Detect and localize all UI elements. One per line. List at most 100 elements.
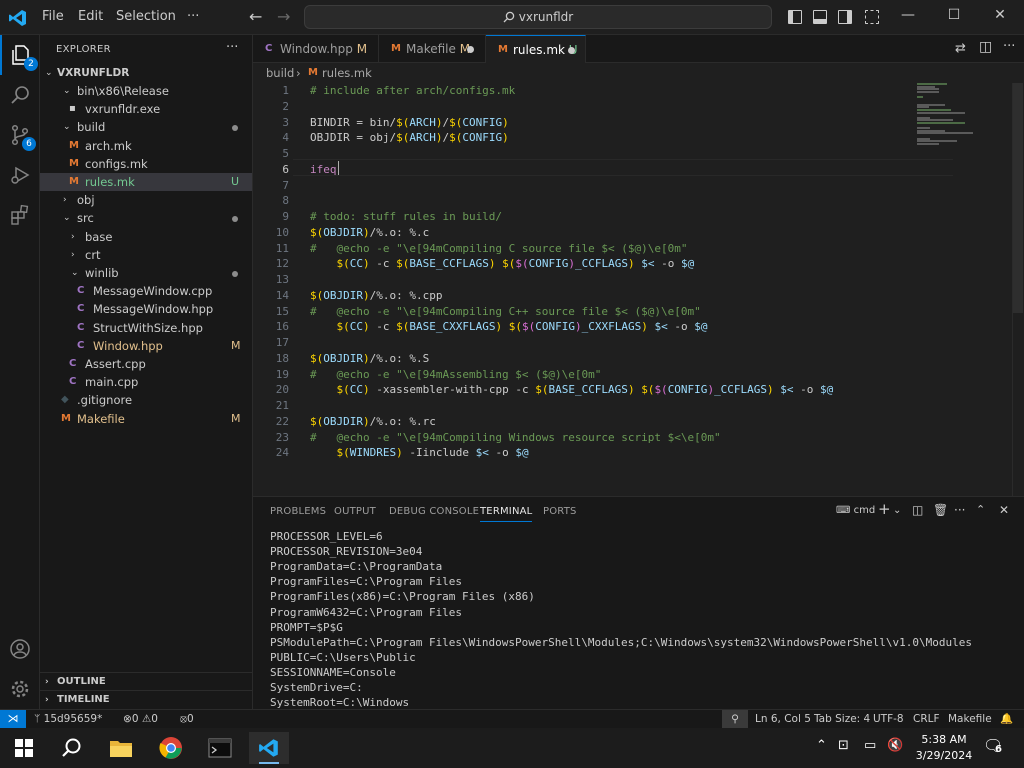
extensions-icon[interactable]: [0, 195, 40, 235]
code-line[interactable]: $(WINDRES) -Iinclude $< -o $@: [310, 445, 529, 461]
scrollbar-thumb[interactable]: [1013, 83, 1023, 313]
tree-item-winlib[interactable]: ⌄ winlib: [40, 264, 252, 282]
terminal-name[interactable]: ⌨ cmd: [836, 505, 875, 516]
tree-item-arch-mk[interactable]: March.mk: [40, 137, 252, 155]
tree-item-configs-mk[interactable]: Mconfigs.mk: [40, 155, 252, 173]
menu-edit[interactable]: Edit: [78, 9, 103, 24]
tab-terminal[interactable]: TERMINAL: [480, 506, 533, 522]
zoom-icon[interactable]: ⚲: [722, 710, 748, 728]
code-line[interactable]: $(CC) -c $(BASE_CXXFLAGS) $($(CONFIG)_CX…: [310, 319, 708, 335]
problems-indicator[interactable]: ⊗0 ⚠0: [123, 710, 158, 728]
tree-item-bin-x86-release[interactable]: ⌄ bin\x86\Release: [40, 82, 252, 100]
tree-item-base[interactable]: › base: [40, 228, 252, 246]
tree-item-structwithsize-hpp[interactable]: C StructWithSize.hpp: [40, 319, 252, 337]
remote-indicator-icon[interactable]: ⋊: [0, 710, 26, 728]
breadcrumb-folder[interactable]: build: [266, 63, 294, 83]
code-line[interactable]: $(OBJDIR)/%.o: %.cpp: [310, 288, 442, 304]
system-clock[interactable]: 5:38 AM 3/29/2024: [915, 732, 973, 764]
account-icon[interactable]: [0, 629, 40, 669]
unsaved-dot-icon[interactable]: [467, 46, 474, 53]
terminal-icon[interactable]: [200, 732, 240, 764]
chrome-icon[interactable]: [151, 732, 191, 764]
command-center-search[interactable]: vxrunfldr: [304, 5, 772, 29]
tab-rules-mk[interactable]: M rules.mk U: [486, 35, 586, 63]
tab-window-hpp[interactable]: C Window.hpp M: [253, 35, 379, 63]
ports-indicator[interactable]: ⦻0: [180, 710, 194, 728]
workspace-root[interactable]: ⌄ VXRUNFLDR: [40, 64, 252, 82]
toggle-primary-sidebar-icon[interactable]: [788, 10, 802, 24]
run-debug-icon[interactable]: [0, 155, 40, 195]
minimize-icon[interactable]: —: [885, 7, 931, 23]
code-line[interactable]: ifeq: [310, 162, 337, 178]
tree-item-crt[interactable]: › crt: [40, 246, 252, 264]
tree-item-messagewindow-hpp[interactable]: C MessageWindow.hpp: [40, 300, 252, 318]
split-terminal-icon[interactable]: ◫: [912, 503, 923, 517]
split-editor-icon[interactable]: ◫: [979, 39, 992, 55]
language-mode[interactable]: Makefile: [948, 710, 992, 728]
tab-output[interactable]: OUTPUT: [334, 506, 376, 517]
tree-item-vxrunfldr-exe[interactable]: ▪ vxrunfldr.exe: [40, 100, 252, 118]
code-line[interactable]: $(CC) -c $(BASE_CCFLAGS) $($(CONFIG)_CCF…: [310, 256, 695, 272]
toggle-secondary-sidebar-icon[interactable]: [838, 10, 852, 24]
tree-item-main-cpp[interactable]: Cmain.cpp: [40, 373, 252, 391]
explorer-icon[interactable]: 2: [0, 35, 40, 75]
network-icon[interactable]: ⊡: [838, 738, 849, 753]
chevron-up-icon[interactable]: ⌃: [816, 738, 827, 753]
end-of-line[interactable]: CRLF: [913, 710, 940, 728]
encoding[interactable]: UTF-8: [873, 710, 904, 728]
tree-item-src[interactable]: ⌄ src: [40, 209, 252, 227]
maximize-panel-icon[interactable]: ⌃: [976, 503, 985, 516]
volume-muted-icon[interactable]: 🔇: [887, 738, 903, 753]
menu-more[interactable]: ···: [187, 9, 199, 24]
code-editor[interactable]: 1 2 3 4 5 6 7 8 9 10 11 12 13 14 15 16 17 18 19 20 21 22 23 24 …: [253, 83, 1024, 496]
tree-item-obj[interactable]: › obj: [40, 191, 252, 209]
customize-layout-icon[interactable]: [865, 10, 879, 24]
manage-gear-icon[interactable]: [0, 669, 40, 709]
code-line[interactable]: OBJDIR = obj/$(ARCH)/$(CONFIG): [310, 130, 509, 146]
code-line[interactable]: $(OBJDIR)/%.o: %.c: [310, 225, 429, 241]
terminal-dropdown-icon[interactable]: ⌄: [893, 505, 901, 516]
code-line[interactable]: $(CC) -xassembler-with-cpp -c $(BASE_CCF…: [310, 382, 834, 398]
code-line[interactable]: # todo: stuff rules in build/: [310, 209, 502, 225]
code-line[interactable]: $(OBJDIR)/%.o: %.rc: [310, 414, 436, 430]
maximize-icon[interactable]: ☐: [931, 7, 977, 23]
code-line[interactable]: $(OBJDIR)/%.o: %.S: [310, 351, 429, 367]
tab-makefile[interactable]: M Makefile M: [379, 35, 486, 63]
search-icon[interactable]: [52, 732, 92, 764]
compare-changes-icon[interactable]: ⇄: [955, 41, 966, 56]
toggle-panel-icon[interactable]: [813, 10, 827, 24]
tab-problems[interactable]: PROBLEMS: [270, 506, 326, 517]
panel-more-icon[interactable]: ···: [954, 503, 965, 517]
tree-item-messagewindow-cpp[interactable]: C MessageWindow.cpp: [40, 282, 252, 300]
explorer-more-actions[interactable]: ···: [226, 40, 238, 55]
code-line[interactable]: BINDIR = bin/$(ARCH)/$(CONFIG): [310, 115, 509, 131]
unsaved-dot-icon[interactable]: [568, 47, 575, 54]
tree-item-window-hpp[interactable]: C Window.hpp M: [40, 337, 252, 355]
tree-item-makefile[interactable]: M Makefile M: [40, 410, 252, 428]
menu-selection[interactable]: Selection: [116, 9, 176, 24]
source-control-icon[interactable]: 6: [0, 115, 40, 155]
code-line[interactable]: # @echo -e "\e[94mAssembling $< ($@)\e[0…: [310, 367, 601, 383]
close-icon[interactable]: ✕: [977, 7, 1023, 23]
tree-item-build[interactable]: ⌄ build: [40, 118, 252, 136]
code-line[interactable]: # include after arch/configs.mk: [310, 83, 515, 99]
minimap[interactable]: [917, 83, 1007, 163]
search-icon[interactable]: [0, 75, 40, 115]
forward-arrow-icon[interactable]: →: [277, 7, 290, 26]
notifications-bell-icon[interactable]: 🔔: [1000, 710, 1013, 728]
editor-more-actions-icon[interactable]: ···: [1003, 39, 1015, 54]
code-line[interactable]: # @echo -e "\e[94mCompiling C source fil…: [310, 241, 688, 257]
tree-item--gitignore[interactable]: ◆ .gitignore: [40, 391, 252, 409]
outline-section[interactable]: › OUTLINE: [40, 672, 252, 690]
code-line[interactable]: # @echo -e "\e[94mCompiling Windows reso…: [310, 430, 721, 446]
back-arrow-icon[interactable]: ←: [249, 7, 262, 26]
tab-debug-console[interactable]: DEBUG CONSOLE: [389, 506, 479, 517]
git-branch[interactable]: ᛘ 15d95659*: [34, 710, 102, 728]
tab-size[interactable]: Tab Size: 4: [814, 710, 870, 728]
new-terminal-icon[interactable]: +: [878, 500, 891, 518]
cursor-position[interactable]: Ln 6, Col 5: [755, 710, 811, 728]
file-explorer-icon[interactable]: [101, 732, 141, 764]
windows-start-icon[interactable]: [4, 732, 44, 764]
close-panel-icon[interactable]: ✕: [999, 503, 1009, 517]
display-icon[interactable]: ▭: [864, 738, 876, 753]
